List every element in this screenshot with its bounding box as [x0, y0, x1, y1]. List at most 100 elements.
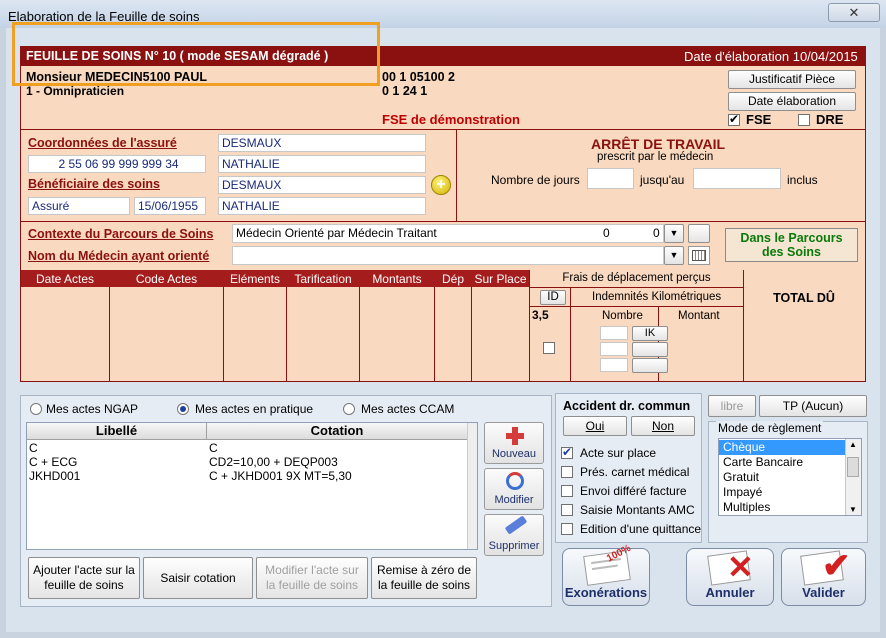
beneficiaire-nom-field[interactable]: DESMAUX [218, 176, 426, 194]
remise-zero-button[interactable]: Remise à zéro de la feuille de soins [371, 557, 477, 599]
date-naissance-field[interactable]: 15/06/1955 [134, 197, 206, 215]
justificatif-piece-button[interactable]: Justificatif Pièce [728, 70, 856, 89]
tp-button[interactable]: TP (Aucun) [759, 395, 867, 417]
annuler-button[interactable]: ✕ Annuler [686, 548, 774, 606]
modifier-acte-button[interactable]: Modifier l'acte sur la feuille de soins [256, 557, 368, 599]
ik-button[interactable]: IK [632, 326, 668, 341]
montant-label: Montant [678, 310, 720, 322]
sheet-date: Date d'élaboration 10/04/2015 [684, 49, 858, 64]
modifier-button[interactable]: Modifier [484, 468, 544, 510]
acte-row-cotation[interactable]: CD2=10,00 + DEQP003 [209, 455, 338, 470]
doctor-speciality-code: 0 1 24 1 [382, 84, 428, 98]
ik-button-2[interactable] [632, 342, 668, 357]
acte-row-libelle[interactable]: C [29, 441, 38, 456]
contexte-code-2: 0 [653, 226, 660, 240]
saisie-amc-checkbox[interactable] [561, 504, 573, 516]
sur-place-checkbox[interactable] [543, 342, 555, 354]
acte-row-libelle[interactable]: JKHD001 [29, 469, 80, 484]
accident-oui-button[interactable]: Oui [563, 416, 627, 436]
acte-row-libelle[interactable]: C + ECG [29, 455, 77, 470]
col-divider [471, 287, 472, 381]
beneficiaire-prenom-field[interactable]: NATHALIE [218, 197, 426, 215]
demo-label: FSE de démonstration [382, 112, 520, 127]
reglement-item-carte[interactable]: Carte Bancaire [723, 455, 803, 470]
nombre-input[interactable] [600, 358, 628, 372]
valider-button[interactable]: ✔ Valider [781, 548, 866, 606]
remise-zero-label-2: la feuille de soins [377, 578, 471, 592]
col-libelle-header[interactable]: Libellé [27, 423, 207, 440]
nombre-label: Nombre [602, 310, 643, 322]
nombre-jours-input[interactable] [587, 168, 634, 189]
fse-checkbox[interactable]: ✔ [728, 112, 740, 126]
refresh-icon [506, 472, 524, 490]
add-beneficiary-icon[interactable]: + [431, 175, 451, 195]
saisie-amc-label: Saisie Montants AMC [580, 503, 695, 517]
modifier-acte-label-1: Modifier l'acte sur [265, 563, 359, 577]
dre-checkbox[interactable] [798, 114, 810, 126]
saisir-cotation-button[interactable]: Saisir cotation [143, 557, 253, 599]
exonerations-button[interactable]: 100% Exonérations [562, 543, 650, 606]
reglement-item-cheque[interactable]: Chèque [723, 440, 765, 455]
reglement-item-multiples[interactable]: Multiples [723, 500, 770, 515]
fse-label: FSE [746, 112, 772, 127]
actes-list-scrollbar[interactable] [467, 423, 477, 549]
libre-button[interactable]: libre [708, 395, 756, 417]
nombre-input[interactable] [600, 326, 628, 340]
nombre-input[interactable] [600, 342, 628, 356]
scroll-up-icon[interactable]: ▲ [849, 440, 857, 449]
parcours-badge-line2: des Soins [761, 245, 822, 259]
chevron-down-icon[interactable]: ▼ [664, 246, 684, 265]
radio-actes-ccam[interactable] [343, 403, 355, 415]
radio-actes-ngap[interactable] [30, 403, 42, 415]
id-button[interactable]: ID [540, 290, 566, 305]
arret-date-fin-input[interactable] [693, 168, 781, 189]
reglement-scrollbar[interactable]: ▲ ▼ [845, 439, 861, 515]
col-cotation-header[interactable]: Cotation [207, 423, 467, 440]
acte-sur-place-checkbox[interactable]: ✔ [561, 445, 573, 459]
calendar-icon[interactable] [688, 246, 710, 265]
qualite-field[interactable]: Assuré [28, 197, 130, 215]
assure-prenom-field[interactable]: NATHALIE [218, 155, 426, 173]
modifier-label: Modifier [494, 494, 534, 506]
reglement-title: Mode de règlement [716, 421, 824, 435]
col-elements: Eléments [224, 271, 286, 287]
checkmark-icon: ✔ [822, 547, 851, 585]
assure-nom-field[interactable]: DESMAUX [218, 134, 426, 152]
acte-row-cotation[interactable]: C + JKHD001 9X MT=5,30 [209, 469, 352, 484]
contexte-extra-button[interactable] [688, 224, 710, 243]
radio-actes-pratique[interactable] [177, 403, 189, 415]
scroll-thumb[interactable] [847, 457, 859, 477]
col-divider [743, 270, 744, 381]
envoi-differe-label: Envoi différé facture [580, 484, 687, 498]
arret-travail-subtitle: prescrit par le médecin [597, 151, 714, 163]
nouveau-button[interactable]: Nouveau [484, 422, 544, 464]
pres-carnet-checkbox[interactable] [561, 466, 573, 478]
actes-list[interactable]: Libellé Cotation C C C + ECG CD2=10,00 +… [26, 422, 478, 550]
reglement-list[interactable]: Chèque Carte Bancaire Gratuit Impayé Mul… [718, 438, 862, 516]
contexte-parcours-select[interactable]: Médecin Orienté par Médecin Traitant 0 0 [232, 224, 664, 243]
actes-table: Date Actes Code Actes Eléments Tarificat… [21, 270, 865, 381]
date-elaboration-button[interactable]: Date élaboration [728, 92, 856, 111]
nombre-jours-label: Nombre de jours [491, 173, 580, 187]
dre-label: DRE [816, 112, 844, 127]
ajouter-acte-button[interactable]: Ajouter l'acte sur la feuille de soins [28, 557, 140, 599]
medecin-oriente-select[interactable] [232, 246, 664, 265]
col-divider [570, 287, 571, 381]
supprimer-button[interactable]: Supprimer [484, 514, 544, 556]
envoi-differe-checkbox[interactable] [561, 485, 573, 497]
quittance-checkbox[interactable] [561, 523, 573, 535]
reglement-item-gratuit[interactable]: Gratuit [723, 470, 759, 485]
scroll-down-icon[interactable]: ▼ [849, 505, 857, 514]
col-tarification: Tarification [287, 271, 359, 287]
separator [456, 129, 457, 221]
assure-nir-field[interactable]: 2 55 06 99 999 999 34 [28, 155, 206, 173]
acte-row-cotation[interactable]: C [209, 441, 218, 456]
close-button[interactable]: ✕ [828, 3, 880, 22]
reglement-item-impaye[interactable]: Impayé [723, 485, 762, 500]
exonerations-label: Exonérations [564, 585, 648, 600]
ik-button-3[interactable] [632, 358, 668, 373]
ajouter-acte-label-1: Ajouter l'acte sur la [33, 563, 135, 577]
accident-non-button[interactable]: Non [631, 416, 695, 436]
col-divider [223, 287, 224, 381]
chevron-down-icon[interactable]: ▼ [664, 224, 684, 243]
